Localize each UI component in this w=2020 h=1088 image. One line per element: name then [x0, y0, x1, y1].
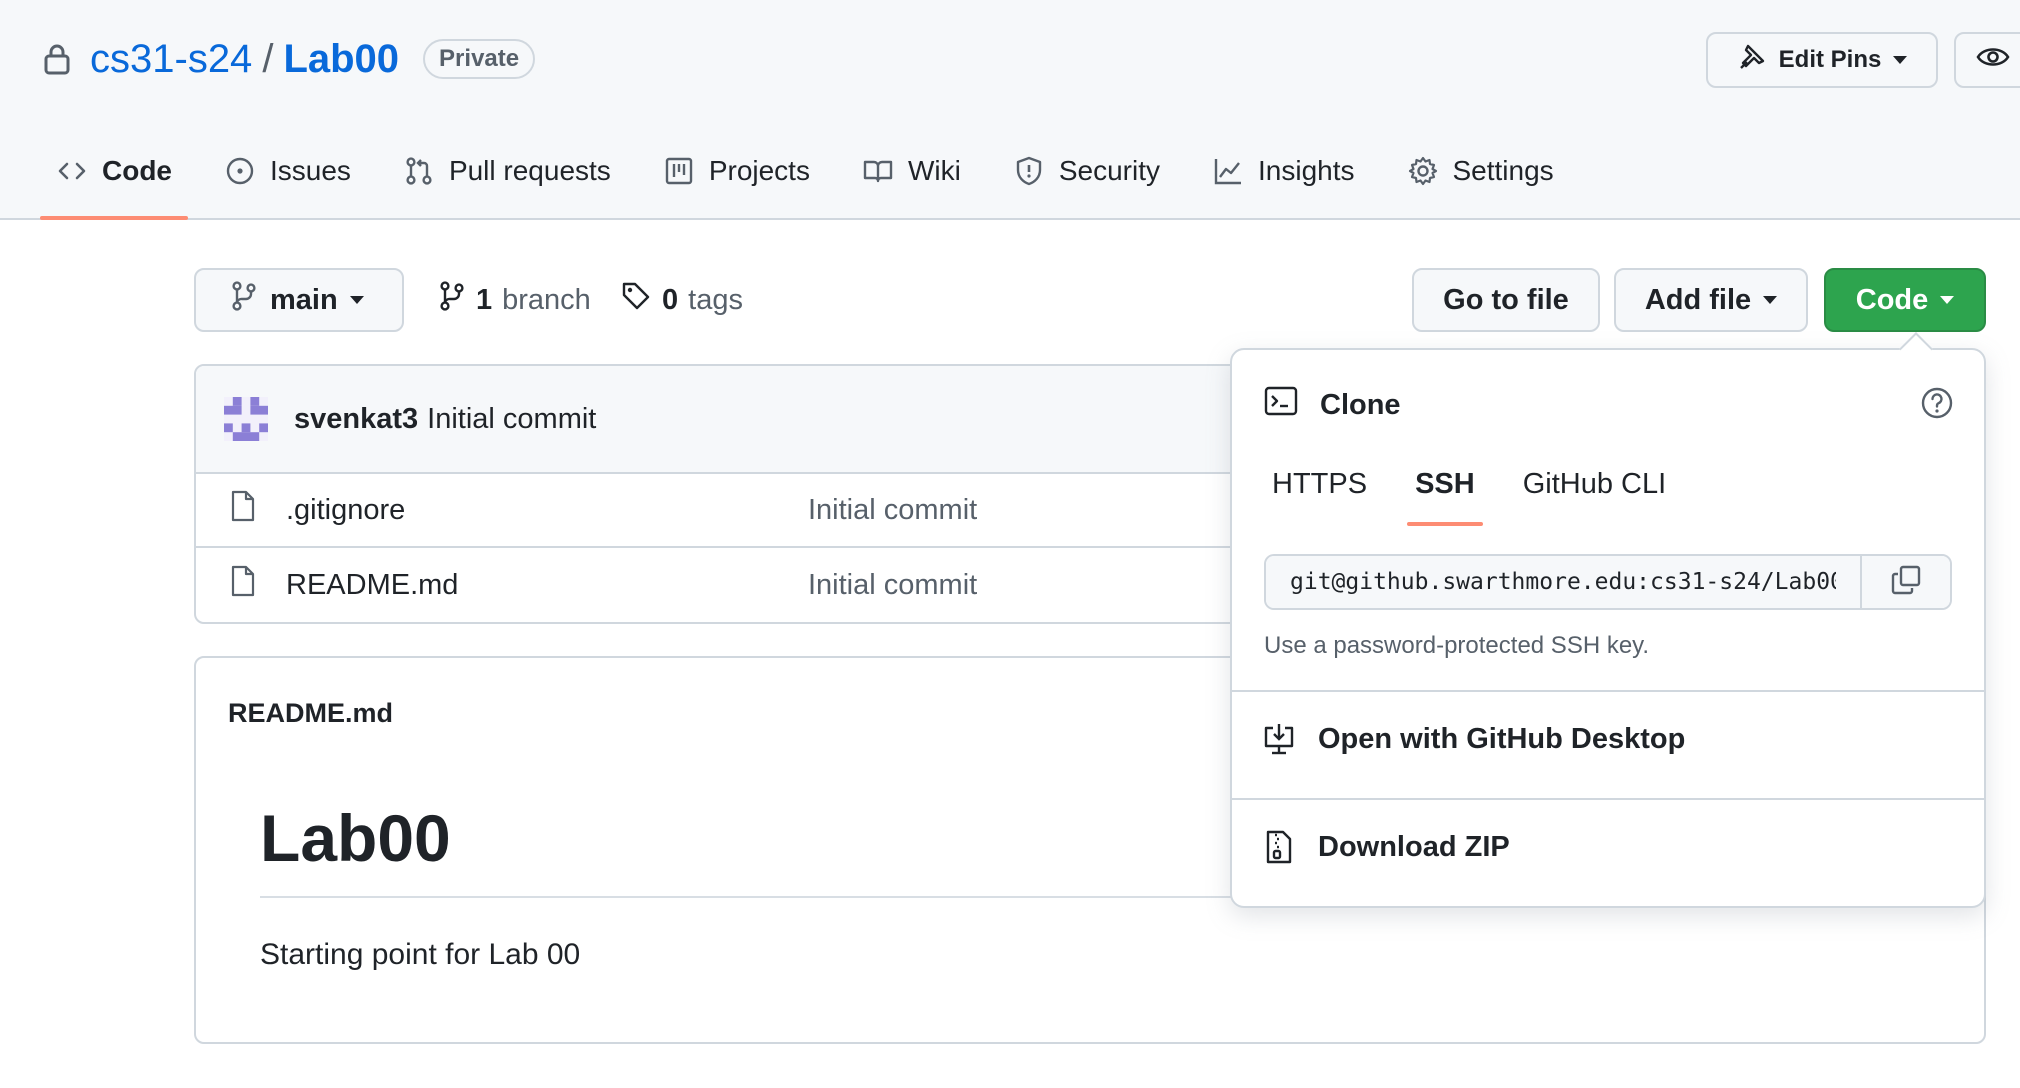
- download-zip-item[interactable]: Download ZIP: [1262, 830, 1510, 864]
- chevron-down-icon: [1893, 56, 1908, 64]
- readme-body: Starting point for Lab 00: [260, 938, 581, 971]
- tab-wiki[interactable]: Wiki: [846, 148, 977, 194]
- pull-request-icon: [406, 157, 432, 185]
- code-button-label: Code: [1855, 283, 1929, 316]
- add-file-button[interactable]: Add file: [1614, 268, 1808, 332]
- clone-url-input[interactable]: [1266, 556, 1860, 608]
- edit-pins-label: Edit Pins: [1778, 46, 1882, 73]
- repo-title: cs31-s24 / Lab00 Private: [40, 36, 536, 82]
- commit-author[interactable]: svenkat3: [294, 403, 418, 436]
- visibility-badge: Private: [423, 39, 536, 79]
- file-zip-icon: [1266, 830, 1292, 864]
- tab-code[interactable]: Code: [40, 148, 188, 220]
- file-icon: [230, 565, 256, 605]
- chevron-down-icon: [1940, 296, 1955, 304]
- branch-icon: [230, 280, 258, 320]
- issue-icon: [226, 157, 254, 185]
- branch-selector-button[interactable]: main: [194, 268, 404, 332]
- readme-filename[interactable]: README.md: [228, 698, 393, 729]
- file-commit-message[interactable]: Initial commit: [808, 494, 977, 527]
- branch-name: main: [270, 283, 338, 316]
- tab-settings[interactable]: Settings: [1391, 148, 1570, 194]
- file-commit-message[interactable]: Initial commit: [808, 569, 977, 602]
- tab-label: Insights: [1258, 155, 1355, 186]
- copy-url-button[interactable]: [1860, 556, 1950, 608]
- go-to-file-button[interactable]: Go to file: [1412, 268, 1600, 332]
- copy-icon: [1890, 564, 1922, 601]
- gear-icon: [1408, 156, 1437, 186]
- clone-hint: Use a password-protected SSH key.: [1264, 632, 1650, 659]
- repo-header: cs31-s24 / Lab00 Private Edit Pins Code …: [0, 0, 2020, 220]
- clone-protocol-tabs: HTTPS SSH GitHub CLI: [1248, 442, 1690, 526]
- open-with-desktop-item[interactable]: Open with GitHub Desktop: [1262, 722, 1685, 756]
- code-button[interactable]: Code: [1824, 268, 1986, 332]
- tab-label: Settings: [1452, 155, 1554, 186]
- tab-issues[interactable]: Issues: [208, 148, 367, 194]
- tab-label: Projects: [708, 155, 810, 186]
- tags-link[interactable]: 0 tags: [620, 280, 743, 320]
- lock-icon: [40, 41, 74, 77]
- file-name[interactable]: .gitignore: [286, 494, 405, 527]
- clone-header: Clone: [1264, 386, 1401, 424]
- tag-word: tags: [688, 283, 743, 316]
- branch-count: 1: [476, 283, 493, 316]
- code-icon: [58, 162, 86, 180]
- chevron-down-icon: [349, 296, 364, 304]
- tab-ssh[interactable]: SSH: [1391, 442, 1499, 526]
- avatar[interactable]: [224, 397, 268, 441]
- tab-label: Pull requests: [448, 155, 611, 186]
- repo-path-separator: /: [262, 36, 274, 81]
- help-icon[interactable]: [1920, 386, 1954, 420]
- commit-message[interactable]: Initial commit: [427, 403, 596, 436]
- tag-icon: [620, 280, 652, 320]
- branch-icon: [438, 280, 466, 320]
- tab-security[interactable]: Security: [997, 148, 1176, 194]
- shield-icon: [1016, 156, 1042, 186]
- file-name[interactable]: README.md: [286, 569, 458, 602]
- divider: [1232, 798, 1984, 800]
- clone-title: Clone: [1320, 388, 1401, 421]
- book-icon: [863, 160, 893, 183]
- file-icon: [230, 490, 256, 530]
- add-file-label: Add file: [1644, 283, 1752, 316]
- desktop-download-icon: [1264, 724, 1294, 755]
- divider: [1232, 690, 1984, 692]
- edit-pins-button[interactable]: Edit Pins: [1706, 32, 1938, 88]
- branches-link[interactable]: 1 branch: [438, 280, 591, 320]
- repo-nav: Code Issues Pull requests Projects Wiki …: [40, 148, 1590, 220]
- tab-label: Security: [1058, 155, 1160, 186]
- project-icon: [665, 157, 693, 185]
- tab-insights[interactable]: Insights: [1196, 148, 1371, 194]
- tab-label: Wiki: [907, 155, 961, 186]
- terminal-icon: [1264, 386, 1298, 424]
- tab-label: Code: [102, 155, 172, 186]
- download-zip-label: Download ZIP: [1318, 830, 1510, 863]
- clone-popover: Clone HTTPS SSH GitHub CLI Use a passwor…: [1230, 348, 1986, 908]
- tab-pull-requests[interactable]: Pull requests: [387, 148, 627, 194]
- tag-count: 0: [662, 283, 679, 316]
- open-with-desktop-label: Open with GitHub Desktop: [1318, 722, 1686, 755]
- tab-github-cli[interactable]: GitHub CLI: [1499, 442, 1690, 526]
- watch-button[interactable]: [1954, 32, 2020, 88]
- clone-url-group: [1264, 554, 1952, 610]
- pin-icon: [1737, 42, 1767, 79]
- chevron-down-icon: [1763, 296, 1778, 304]
- repo-owner-link[interactable]: cs31-s24: [90, 37, 252, 82]
- repo-name-link[interactable]: Lab00: [283, 37, 399, 82]
- tab-https[interactable]: HTTPS: [1248, 442, 1391, 526]
- eye-icon: [1976, 44, 2010, 77]
- tab-label: Issues: [270, 155, 351, 186]
- graph-icon: [1214, 159, 1241, 185]
- tab-projects[interactable]: Projects: [647, 148, 826, 194]
- branch-word: branch: [502, 283, 591, 316]
